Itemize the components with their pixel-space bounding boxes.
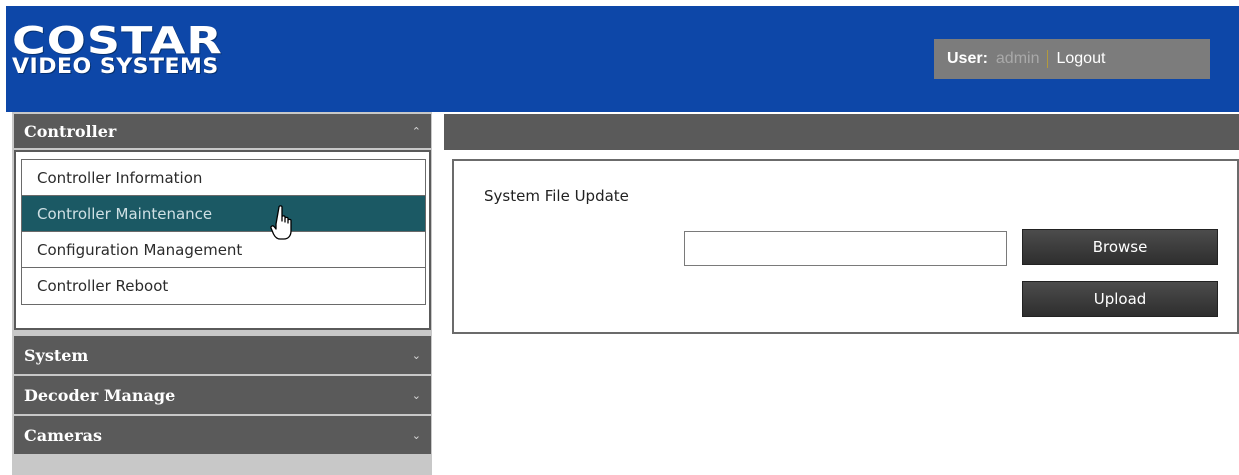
chevron-down-icon: ⌄ [411, 348, 421, 362]
chevron-down-icon: ⌄ [411, 388, 421, 402]
logo-main-text: COSTAR [12, 18, 223, 63]
sidebar: Controller ⌃ Controller Information Cont… [12, 112, 432, 475]
user-label: User: [947, 50, 988, 67]
controller-menu-panel: Controller Information Controller Mainte… [14, 150, 431, 330]
chevron-up-icon: ⌃ [411, 124, 421, 138]
section-label: Controller [24, 121, 117, 141]
user-divider [1047, 50, 1049, 68]
menu-item-label: Controller Reboot [37, 277, 169, 295]
menu-item-configuration-management[interactable]: Configuration Management [22, 232, 425, 268]
app-window: COSTAR VIDEO SYSTEMS User: admin Logout … [6, 6, 1239, 475]
user-name: admin [995, 50, 1040, 67]
sidebar-section-controller[interactable]: Controller ⌃ [14, 114, 431, 148]
menu-item-label: Controller Maintenance [37, 204, 213, 223]
user-panel: User: admin Logout [934, 39, 1210, 79]
logo-sub-text: VIDEO SYSTEMS [12, 55, 219, 79]
browse-button[interactable]: Browse [1022, 229, 1218, 265]
costar-logo: COSTAR VIDEO SYSTEMS [12, 18, 223, 79]
panel-title: System File Update [484, 187, 629, 205]
upload-button[interactable]: Upload [1022, 281, 1218, 317]
controller-menu-list: Controller Information Controller Mainte… [21, 159, 426, 305]
menu-item-controller-information[interactable]: Controller Information [22, 160, 425, 196]
sidebar-section-system[interactable]: System ⌄ [14, 336, 431, 374]
menu-item-label: Configuration Management [37, 240, 243, 259]
section-label: Decoder Manage [24, 385, 176, 405]
menu-item-label: Controller Information [37, 168, 203, 187]
header-bar: COSTAR VIDEO SYSTEMS User: admin Logout [6, 6, 1239, 112]
menu-item-controller-maintenance[interactable]: Controller Maintenance [22, 196, 425, 240]
sidebar-section-cameras[interactable]: Cameras ⌄ [14, 416, 431, 454]
sidebar-section-decoder-manage[interactable]: Decoder Manage ⌄ [14, 376, 431, 414]
chevron-down-icon: ⌄ [411, 428, 421, 442]
section-label: System [24, 345, 89, 365]
file-path-input[interactable] [684, 231, 1007, 266]
logout-link[interactable]: Logout [1056, 50, 1105, 68]
menu-item-controller-reboot[interactable]: Controller Reboot [22, 268, 425, 304]
section-label: Cameras [24, 425, 103, 445]
system-file-update-panel: System File Update Browse Upload [452, 159, 1239, 334]
content-title-bar [444, 114, 1239, 150]
